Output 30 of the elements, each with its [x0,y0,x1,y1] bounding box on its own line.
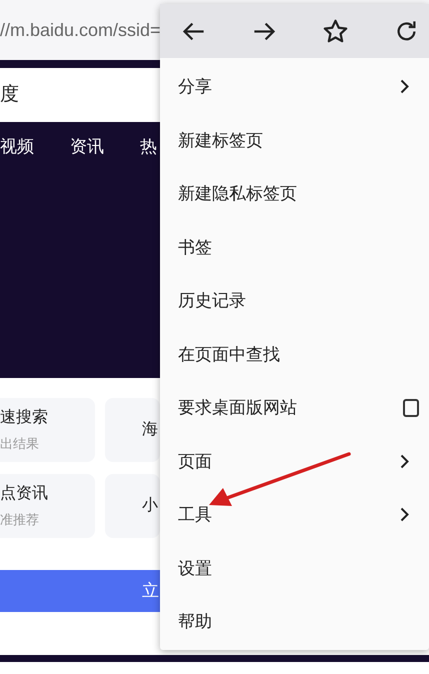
chevron-right-icon [400,507,409,522]
menu-item[interactable]: 历史记录 [160,274,429,328]
card-subtitle: 出结果 [0,435,40,454]
url-text: //m.baidu.com/ssid= [0,18,161,42]
menu-item[interactable]: 新建标签页 [160,114,429,167]
nav-tab[interactable]: 资讯 [70,134,104,160]
menu-item[interactable]: 在页面中查找 [160,328,429,381]
menu-item[interactable]: 分享 [160,60,429,114]
menu-item[interactable]: 帮助 [160,595,429,648]
menu-item[interactable]: 工具 [160,488,429,542]
chevron-right-icon [400,79,409,94]
nav-tab[interactable]: 视频 [0,134,34,160]
feature-card[interactable]: 点资讯 准推荐 [0,474,95,538]
feature-card[interactable]: 速搜索 出结果 [0,398,95,462]
menu-item[interactable]: 设置 [160,542,429,595]
card-subtitle: 准推荐 [0,511,40,530]
card-title: 海 [142,420,159,440]
star-icon[interactable] [322,18,349,44]
card-title: 速搜索 [0,408,49,428]
menu-item[interactable]: 页面 [160,434,429,488]
nav-tab[interactable]: 热 [140,134,157,160]
feature-card[interactable]: 海 [105,398,160,462]
menu-item[interactable]: 书签 [160,220,429,274]
card-title: 小 [142,496,159,516]
menu-item[interactable]: 要求桌面版网站 [160,381,429,434]
chevron-right-icon [400,454,409,469]
card-title: 点资讯 [0,484,49,504]
checkbox[interactable] [403,398,419,417]
menu-item[interactable]: 新建隐私标签页 [160,167,429,220]
feature-card[interactable]: 小 [105,474,160,538]
